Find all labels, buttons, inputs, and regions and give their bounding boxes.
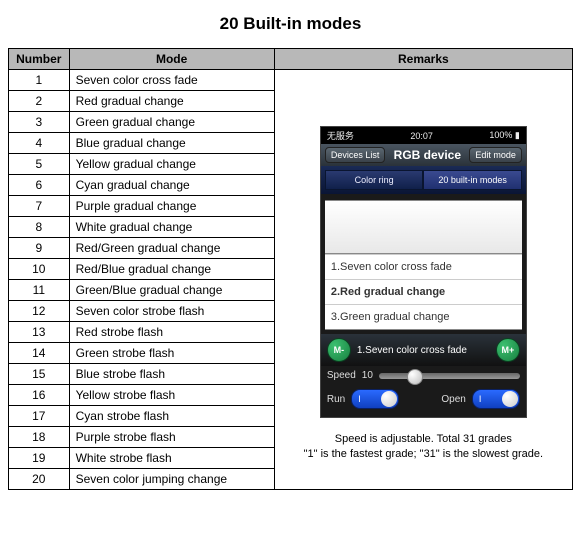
segment-control: Color ring 20 built-in modes: [321, 166, 526, 194]
speed-label: Speed: [327, 370, 356, 381]
speed-value: 10: [362, 370, 373, 381]
nav-bar: Devices List RGB device Edit mode: [321, 144, 526, 166]
speed-slider-thumb[interactable]: [407, 369, 423, 385]
cell-mode: Seven color strobe flash: [69, 301, 274, 322]
header-mode: Mode: [69, 49, 274, 70]
status-bar: 无服务 20:07 100% ▮: [321, 127, 526, 144]
cell-number: 15: [9, 364, 70, 385]
run-bar: Run I Open I: [321, 385, 526, 417]
status-carrier: 无服务: [327, 129, 354, 142]
cell-number: 1: [9, 70, 70, 91]
cell-mode: Purple strobe flash: [69, 427, 274, 448]
picker-item-3[interactable]: 3.Green gradual change: [325, 304, 522, 329]
picker-item-2[interactable]: 2.Red gradual change: [325, 279, 522, 304]
cell-number: 5: [9, 154, 70, 175]
open-toggle[interactable]: I: [472, 389, 520, 409]
cell-mode: Cyan gradual change: [69, 175, 274, 196]
cell-number: 14: [9, 343, 70, 364]
cell-number: 6: [9, 175, 70, 196]
cell-number: 10: [9, 259, 70, 280]
open-label: Open: [441, 394, 465, 405]
cell-number: 8: [9, 217, 70, 238]
speed-slider[interactable]: [379, 373, 520, 379]
nav-title: RGB device: [385, 148, 469, 162]
picker-item-1[interactable]: 1.Seven color cross fade: [325, 254, 522, 279]
cell-number: 9: [9, 238, 70, 259]
cell-mode: White gradual change: [69, 217, 274, 238]
cell-number: 18: [9, 427, 70, 448]
tab-color-ring[interactable]: Color ring: [325, 170, 424, 190]
cell-mode: Yellow strobe flash: [69, 385, 274, 406]
cell-mode: Red gradual change: [69, 91, 274, 112]
cell-mode: Red/Green gradual change: [69, 238, 274, 259]
cell-number: 16: [9, 385, 70, 406]
cell-number: 13: [9, 322, 70, 343]
edit-mode-button[interactable]: Edit mode: [469, 147, 522, 163]
play-bar: M- 1.Seven color cross fade M+: [321, 334, 526, 366]
page-title: 20 Built-in modes: [8, 14, 573, 34]
cell-mode: Cyan strobe flash: [69, 406, 274, 427]
cell-number: 3: [9, 112, 70, 133]
status-battery: 100% ▮: [489, 130, 519, 141]
cell-number: 7: [9, 196, 70, 217]
cell-mode: White strobe flash: [69, 448, 274, 469]
current-mode-label: 1.Seven color cross fade: [351, 345, 496, 356]
header-number: Number: [9, 49, 70, 70]
mode-minus-button[interactable]: M-: [327, 338, 351, 362]
table-row: 1Seven color cross fade 无服务 20:07 100% ▮…: [9, 70, 573, 91]
modes-table: Number Mode Remarks 1Seven color cross f…: [8, 48, 573, 490]
remarks-caption: Speed is adjustable. Total 31 grades "1"…: [304, 432, 543, 463]
picker-spacer: [325, 201, 522, 254]
cell-number: 11: [9, 280, 70, 301]
cell-mode: Green/Blue gradual change: [69, 280, 274, 301]
cell-mode: Blue gradual change: [69, 133, 274, 154]
mode-plus-button[interactable]: M+: [496, 338, 520, 362]
remarks-line2: "1" is the fastest grade; "31" is the sl…: [304, 447, 543, 462]
cell-number: 12: [9, 301, 70, 322]
cell-mode: Purple gradual change: [69, 196, 274, 217]
cell-number: 19: [9, 448, 70, 469]
cell-mode: Red strobe flash: [69, 322, 274, 343]
tab-builtin-modes[interactable]: 20 built-in modes: [423, 170, 522, 190]
run-label: Run: [327, 394, 345, 405]
mode-picker[interactable]: 1.Seven color cross fade 2.Red gradual c…: [325, 200, 522, 330]
cell-mode: Green strobe flash: [69, 343, 274, 364]
cell-mode: Blue strobe flash: [69, 364, 274, 385]
cell-number: 4: [9, 133, 70, 154]
devices-list-button[interactable]: Devices List: [325, 147, 386, 163]
cell-mode: Red/Blue gradual change: [69, 259, 274, 280]
cell-mode: Yellow gradual change: [69, 154, 274, 175]
phone-screenshot: 无服务 20:07 100% ▮ Devices List RGB device…: [320, 126, 527, 418]
cell-remarks: 无服务 20:07 100% ▮ Devices List RGB device…: [274, 70, 572, 490]
cell-number: 2: [9, 91, 70, 112]
cell-mode: Seven color jumping change: [69, 469, 274, 490]
cell-mode: Green gradual change: [69, 112, 274, 133]
cell-number: 17: [9, 406, 70, 427]
cell-number: 20: [9, 469, 70, 490]
status-time: 20:07: [410, 131, 433, 141]
remarks-line1: Speed is adjustable. Total 31 grades: [304, 432, 543, 447]
header-remarks: Remarks: [274, 49, 572, 70]
cell-mode: Seven color cross fade: [69, 70, 274, 91]
run-toggle[interactable]: I: [351, 389, 399, 409]
speed-bar: Speed 10: [321, 366, 526, 385]
